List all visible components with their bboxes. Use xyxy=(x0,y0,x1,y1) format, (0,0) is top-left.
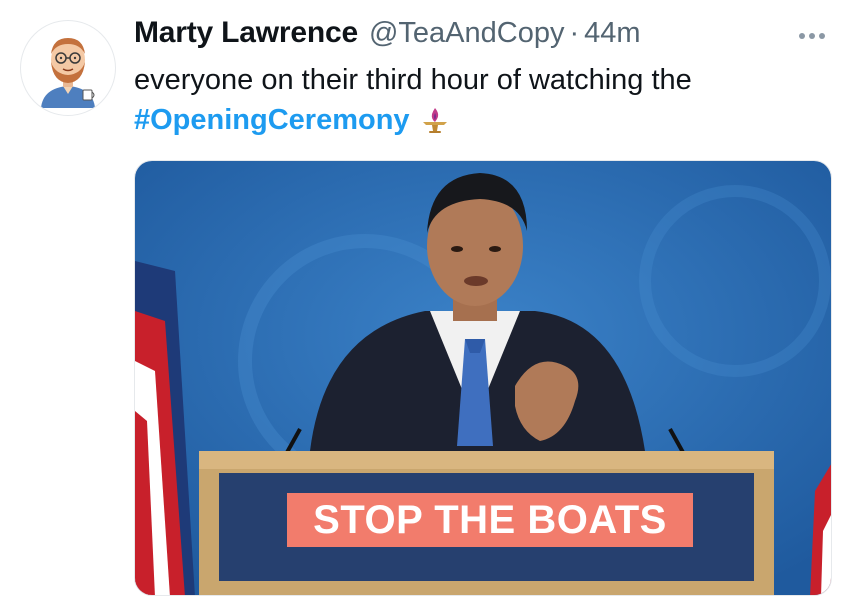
user-handle[interactable]: @TeaAndCopy xyxy=(369,17,565,50)
cartoon-avatar-icon xyxy=(41,38,95,108)
timestamp[interactable]: 44m xyxy=(584,17,640,50)
tweet-header: Marty Lawrence @TeaAndCopy · 44m xyxy=(134,16,641,50)
podium-sign: STOP THE BOATS xyxy=(287,493,693,547)
more-options-icon[interactable] xyxy=(792,22,832,50)
display-name[interactable]: Marty Lawrence xyxy=(134,16,358,50)
tweet-text-line: everyone on their third hour of watching… xyxy=(134,64,692,96)
hashtag-link[interactable]: #OpeningCeremony xyxy=(134,100,410,140)
tweet[interactable]: Marty Lawrence @TeaAndCopy · 44m everyon… xyxy=(0,0,853,600)
avatar[interactable] xyxy=(20,20,116,116)
separator-dot: · xyxy=(569,17,580,49)
tweet-text: everyone on their third hour of watching… xyxy=(134,60,834,140)
olympic-torch-icon xyxy=(418,103,452,137)
